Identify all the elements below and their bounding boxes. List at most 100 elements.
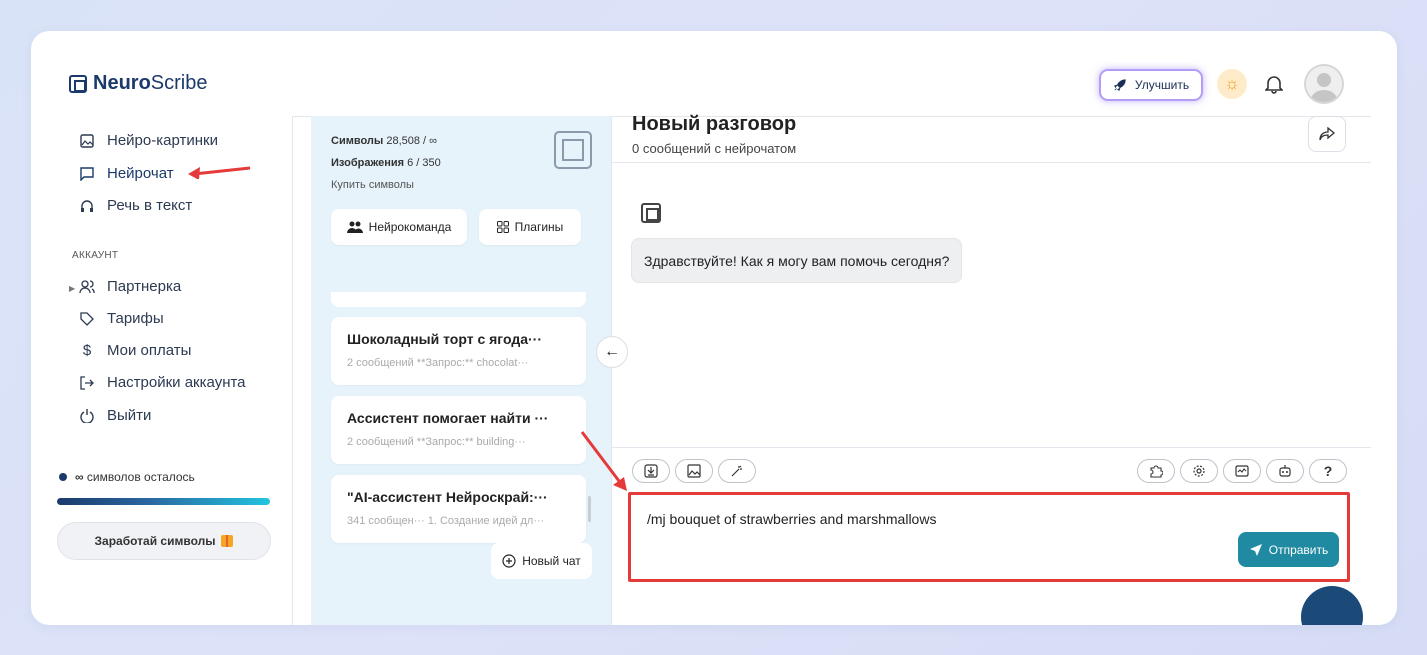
neuroteam-button[interactable]: Нейрокоманда — [331, 209, 467, 245]
share-icon[interactable] — [1308, 116, 1346, 152]
image-icon[interactable] — [675, 459, 713, 483]
sidebar-item-speech-to-text[interactable]: Речь в текст — [79, 197, 192, 214]
list-item[interactable] — [331, 292, 586, 307]
users-icon — [79, 279, 95, 295]
composer-divider — [611, 447, 1371, 448]
scrollbar-thumb[interactable] — [588, 496, 591, 522]
chat-title: Шоколадный торт с ягода··· — [347, 331, 542, 347]
power-icon — [79, 408, 95, 424]
support-chat-button[interactable] — [1301, 586, 1363, 625]
annotation-arrow-icon — [580, 431, 627, 491]
tag-icon — [79, 311, 95, 327]
app-window: NeuroScribe Улучшить ☼ Нейро-картинки Не… — [31, 31, 1397, 625]
sidebar-item-label: Нейрочат — [107, 165, 174, 182]
headphones-icon — [79, 198, 95, 214]
bell-icon[interactable] — [1263, 71, 1285, 97]
login-icon — [79, 375, 95, 391]
chat-list-panel: Символы 28,508 / ∞ Изображения 6 / 350 К… — [311, 116, 611, 625]
buy-symbols-link[interactable]: Купить символы — [331, 174, 441, 196]
sidebar-item-label: Партнерка — [107, 278, 182, 295]
sidebar-item-label: Тарифы — [107, 310, 164, 327]
annotation-arrow-icon — [188, 166, 251, 179]
plugins-grid-icon — [496, 221, 509, 233]
symbols-progress-bar — [57, 498, 270, 505]
page-title: Новый разговор — [632, 113, 797, 135]
chat-title: Ассистент помогает найти ··· — [347, 410, 549, 426]
images-label: Изображения — [331, 157, 405, 169]
rocket-icon — [1114, 79, 1126, 91]
page-subtitle: 0 сообщений с нейрочатом — [632, 141, 797, 156]
sidebar-divider — [292, 116, 293, 625]
sidebar-item-label: Речь в текст — [107, 197, 193, 214]
status-dot — [59, 473, 67, 481]
usage-stats: Символы 28,508 / ∞ Изображения 6 / 350 К… — [331, 130, 441, 196]
chat-list-item[interactable]: Ассистент помогает найти ··· 2 сообщений… — [331, 396, 586, 464]
gift-icon — [221, 535, 234, 547]
upgrade-button[interactable]: Улучшить — [1099, 69, 1203, 101]
upgrade-label: Улучшить — [1134, 78, 1190, 92]
message-input[interactable]: /mj bouquet of strawberries and marshmal… — [628, 492, 1350, 582]
puzzle-icon[interactable] — [1137, 459, 1175, 483]
sidebar-item-partner[interactable]: Партнерка — [79, 278, 181, 295]
robot-icon[interactable] — [1266, 459, 1304, 483]
gear-icon[interactable] — [1180, 459, 1218, 483]
assistant-message: Здравствуйте! Как я могу вам помочь сего… — [631, 238, 963, 283]
team-label: Нейрокоманда — [368, 220, 452, 234]
send-button[interactable]: Отправить — [1238, 532, 1339, 567]
sidebar-item-neuro-images[interactable]: Нейро-картинки — [79, 132, 218, 149]
sidebar-item-account-settings[interactable]: Настройки аккаунта — [79, 374, 246, 391]
sidebar-item-payments[interactable]: $ Мои оплаты — [79, 342, 192, 359]
header-divider — [611, 162, 1371, 163]
chat-list-item[interactable]: Шоколадный торт с ягода··· 2 сообщений *… — [331, 317, 586, 385]
dollar-icon: $ — [82, 342, 92, 359]
team-icon — [346, 221, 363, 233]
symbols-remaining: ∞ символов осталось — [59, 470, 195, 484]
caret-right-icon[interactable]: ▶ — [69, 284, 75, 293]
sidebar-item-label: Нейро-картинки — [107, 132, 218, 149]
section-account-heading: АККАУНТ — [72, 250, 119, 261]
send-icon — [1249, 543, 1262, 556]
logo[interactable]: NeuroScribe — [69, 72, 208, 95]
brand-icon — [554, 131, 592, 169]
send-label: Отправить — [1268, 542, 1329, 557]
plugins-button[interactable]: Плагины — [479, 209, 581, 245]
help-button[interactable]: ? — [1309, 459, 1347, 483]
chart-icon[interactable] — [1223, 459, 1261, 483]
chat-subtitle: 341 сообщен··· 1. Создание идей дл··· — [347, 515, 545, 527]
sidebar-item-tariffs[interactable]: Тарифы — [79, 310, 164, 327]
help-icon: ? — [1323, 463, 1333, 479]
images-value: 6 / 350 — [407, 157, 441, 169]
symbols-label: Символы — [331, 135, 384, 147]
logo-rest: Scribe — [150, 72, 208, 94]
earn-symbols-button[interactable]: Заработай символы — [57, 522, 271, 560]
sidebar-item-label: Настройки аккаунта — [107, 374, 246, 391]
chat-title: "AI-ассистент Нейроскрай:··· — [347, 489, 548, 505]
main-divider — [611, 116, 612, 625]
plugins-label: Плагины — [514, 220, 564, 234]
sidebar-item-label: Выйти — [107, 407, 152, 424]
magic-wand-icon[interactable] — [718, 459, 756, 483]
logo-icon — [69, 74, 87, 93]
new-chat-button[interactable]: Новый чат — [491, 543, 592, 579]
avatar[interactable] — [1304, 64, 1344, 104]
symbols-infinity: ∞ — [75, 470, 84, 484]
plus-circle-icon — [502, 554, 516, 568]
earn-label: Заработай символы — [94, 534, 216, 548]
upload-icon[interactable] — [632, 459, 670, 483]
theme-toggle-sun-icon[interactable]: ☼ — [1217, 69, 1247, 99]
arrow-left-icon[interactable]: ← — [596, 336, 628, 368]
chat-subtitle: 2 сообщений **Запрос:** chocolat··· — [347, 357, 529, 369]
sidebar-item-logout[interactable]: Выйти — [79, 407, 151, 424]
sidebar-item-label: Мои оплаты — [107, 342, 192, 359]
chat-subtitle: 2 сообщений **Запрос:** building··· — [347, 436, 526, 448]
new-chat-label: Новый чат — [522, 554, 581, 568]
image-icon — [79, 133, 95, 149]
symbols-value: 28,508 / ∞ — [386, 135, 438, 147]
bot-avatar-icon — [641, 203, 661, 223]
sidebar-item-neurochat[interactable]: Нейрочат — [79, 165, 174, 182]
symbols-left-label: символов осталось — [86, 470, 195, 484]
chat-icon — [79, 166, 95, 182]
chat-list-item[interactable]: "AI-ассистент Нейроскрай:··· 341 сообщен… — [331, 475, 586, 543]
logo-bold: Neuro — [93, 72, 151, 94]
message-input-value[interactable]: /mj bouquet of strawberries and marshmal… — [647, 511, 936, 527]
